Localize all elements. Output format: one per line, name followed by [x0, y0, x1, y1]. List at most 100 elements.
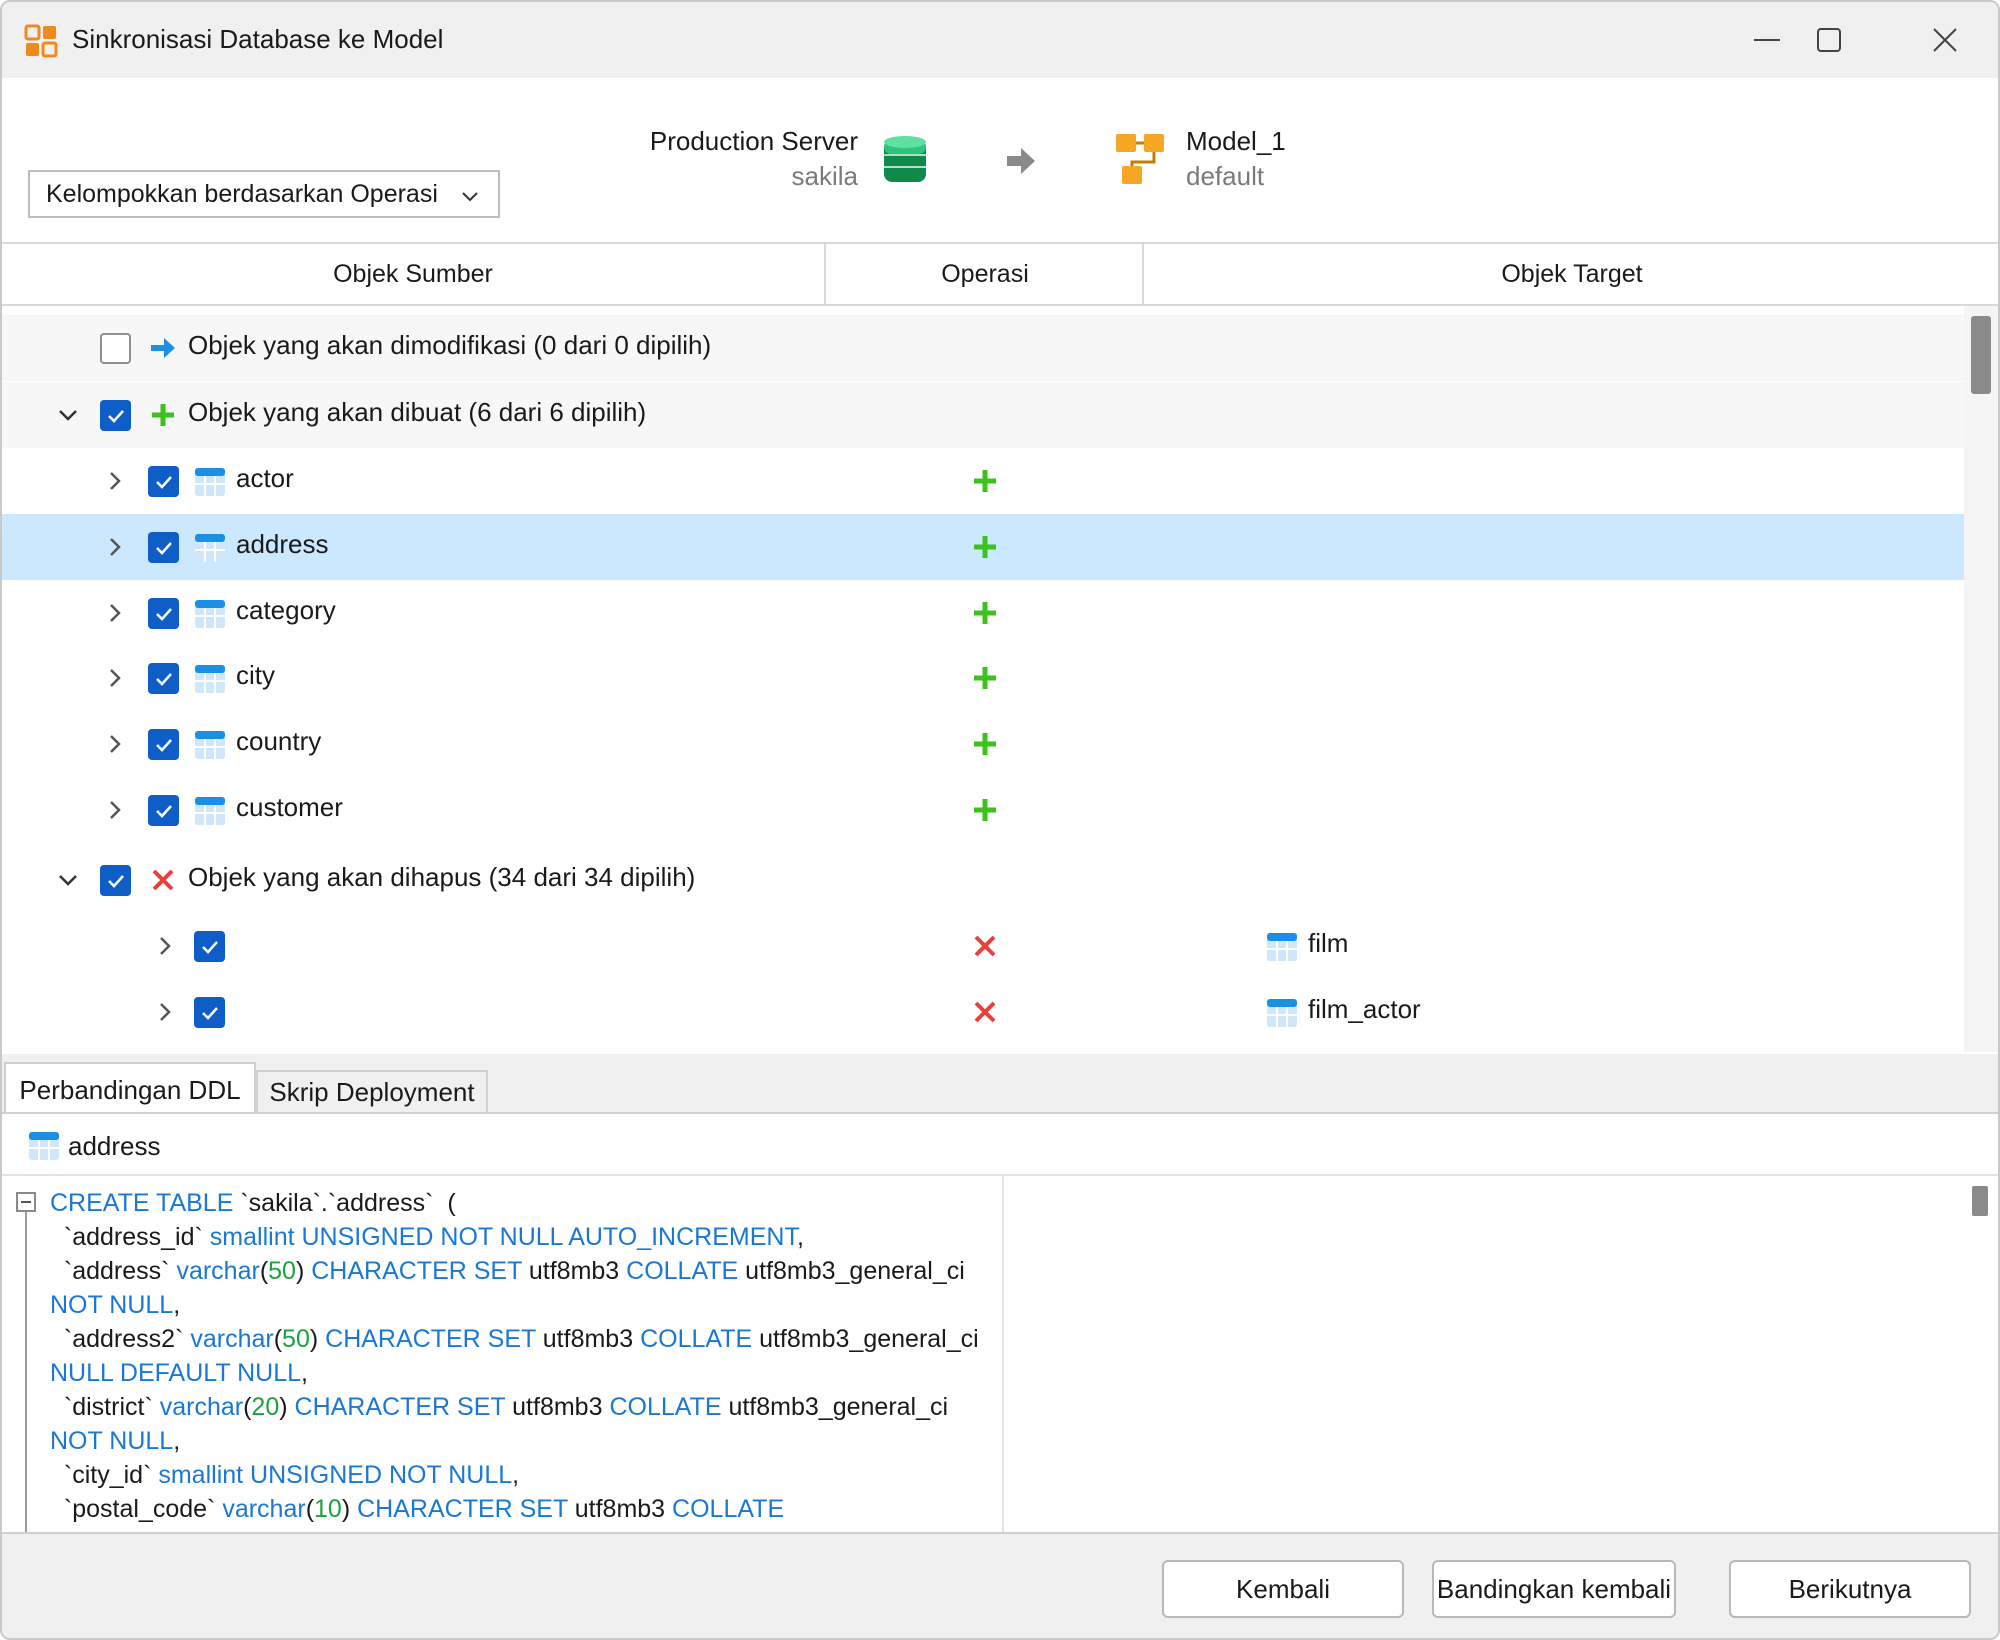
tab-ddl-comparison[interactable]: Perbandingan DDL — [4, 1062, 256, 1116]
dialog-footer: Kembali Bandingkan kembali Berikutnya — [2, 1532, 1998, 1638]
checkbox-icon[interactable] — [148, 532, 179, 563]
close-icon — [1933, 28, 1957, 52]
tree-row-city[interactable]: city — [2, 645, 1964, 711]
group-row-create[interactable]: Objek yang akan dibuat (6 dari 6 dipilih… — [2, 382, 1964, 448]
column-header: Objek Sumber Operasi Objek Target — [2, 242, 1998, 306]
target-object-name: film — [1308, 928, 1349, 958]
source-object-name: customer — [236, 792, 343, 822]
group-row-delete[interactable]: Objek yang akan dihapus (34 dari 34 dipi… — [2, 847, 1964, 913]
table-icon — [195, 797, 225, 825]
tree-row-country[interactable]: country — [2, 711, 1964, 777]
tree-scroll-thumb[interactable] — [1971, 316, 1991, 394]
back-button[interactable]: Kembali — [1162, 1560, 1404, 1618]
x-icon — [974, 935, 996, 957]
compare-again-button[interactable]: Bandingkan kembali — [1432, 1560, 1676, 1618]
arrow-right-icon — [1007, 148, 1035, 174]
sync-tree: Objek yang akan dimodifikasi (0 dari 0 d… — [2, 306, 1964, 1052]
model-icon — [1116, 134, 1164, 184]
checkbox-icon[interactable] — [100, 400, 131, 431]
source-object-name: country — [236, 726, 322, 756]
tree-row-address[interactable]: address — [2, 514, 1964, 580]
table-icon — [195, 600, 225, 628]
group-by-value: Kelompokkan berdasarkan Operasi — [46, 179, 438, 208]
tree-row-category[interactable]: category — [2, 580, 1964, 646]
plus-icon — [974, 536, 996, 558]
checkbox-icon[interactable] — [148, 598, 179, 629]
ddl-code: CREATE TABLE `sakila`.`address` ( `addre… — [50, 1189, 979, 1523]
collapse-icon[interactable] — [16, 1192, 36, 1212]
table-icon — [195, 534, 225, 562]
table-icon — [1267, 999, 1297, 1027]
column-source-header[interactable]: Objek Sumber — [2, 244, 826, 304]
app-logo-icon — [24, 24, 58, 58]
checkbox-icon[interactable] — [148, 795, 179, 826]
chevron-right-icon[interactable] — [100, 795, 130, 825]
plus-icon — [974, 667, 996, 689]
plus-icon — [974, 799, 996, 821]
fold-guide — [25, 1212, 27, 1532]
group-label: Objek yang akan dibuat (6 dari 6 dipilih… — [188, 397, 647, 427]
group-by-dropdown[interactable]: Kelompokkan berdasarkan Operasi — [28, 170, 500, 218]
x-icon — [152, 869, 174, 891]
tree-scrollbar[interactable] — [1964, 306, 1998, 1052]
chevron-right-icon[interactable] — [150, 931, 180, 961]
checkbox-icon[interactable] — [148, 729, 179, 760]
target-schema-name: default — [1186, 161, 1265, 191]
minimize-icon — [1754, 39, 1780, 41]
checkbox-icon[interactable] — [148, 466, 179, 497]
table-icon — [29, 1132, 59, 1160]
plus-icon — [974, 602, 996, 624]
selected-object-bar: address — [2, 1112, 1998, 1176]
group-label: Objek yang akan dihapus (34 dari 34 dipi… — [188, 862, 696, 892]
chevron-right-icon[interactable] — [100, 598, 130, 628]
source-object-name: actor — [236, 463, 294, 493]
detail-tabs: Perbandingan DDL Skrip Deployment — [2, 1054, 1998, 1116]
chevron-down-icon[interactable] — [53, 400, 83, 430]
plus-icon — [974, 733, 996, 755]
checkbox-icon[interactable] — [194, 997, 225, 1028]
ddl-target-pane[interactable] — [1004, 1176, 1998, 1532]
chevron-down-icon — [462, 192, 478, 202]
selected-object-name: address — [68, 1131, 161, 1161]
source-object-name: category — [236, 595, 336, 625]
tree-row-actor[interactable]: actor — [2, 448, 1964, 514]
database-icon — [884, 136, 926, 182]
maximize-icon — [1817, 28, 1841, 52]
source-database-name: sakila — [791, 161, 858, 191]
chevron-down-icon[interactable] — [53, 865, 83, 895]
ddl-source-pane[interactable]: CREATE TABLE `sakila`.`address` ( `addre… — [2, 1176, 1004, 1532]
table-icon — [1267, 933, 1297, 961]
sync-dialog: Sinkronisasi Database ke Model Kelompokk… — [0, 0, 2000, 1640]
source-object-name: address — [236, 529, 329, 559]
column-target-header[interactable]: Objek Target — [1146, 244, 1998, 304]
maximize-button[interactable] — [1784, 12, 1874, 68]
table-icon — [195, 468, 225, 496]
table-icon — [195, 731, 225, 759]
chevron-right-icon[interactable] — [100, 663, 130, 693]
chevron-right-icon[interactable] — [150, 997, 180, 1027]
plus-icon — [152, 404, 174, 426]
title-bar: Sinkronisasi Database ke Model — [2, 2, 1998, 78]
close-button[interactable] — [1900, 12, 1990, 68]
chevron-right-icon[interactable] — [100, 729, 130, 759]
group-row-modify[interactable]: Objek yang akan dimodifikasi (0 dari 0 d… — [2, 315, 1964, 381]
source-object-name: city — [236, 660, 275, 690]
tree-row-customer[interactable]: customer — [2, 777, 1964, 843]
next-button[interactable]: Berikutnya — [1729, 1560, 1971, 1618]
chevron-right-icon[interactable] — [100, 466, 130, 496]
chevron-right-icon[interactable] — [100, 532, 130, 562]
tree-row-film-actor[interactable]: film_actor — [2, 979, 1964, 1045]
checkbox-icon[interactable] — [194, 931, 225, 962]
column-operation-header[interactable]: Operasi — [828, 244, 1144, 304]
checkbox-icon[interactable] — [100, 333, 131, 364]
code-scroll-thumb[interactable] — [1972, 1186, 1988, 1216]
checkbox-icon[interactable] — [148, 663, 179, 694]
target-model-name: Model_1 — [1186, 126, 1286, 156]
tab-deployment-script[interactable]: Skrip Deployment — [256, 1070, 488, 1114]
window-title: Sinkronisasi Database ke Model — [72, 24, 444, 54]
group-label: Objek yang akan dimodifikasi (0 dari 0 d… — [188, 330, 712, 360]
tree-row-film[interactable]: film — [2, 913, 1964, 979]
table-icon — [195, 665, 225, 693]
checkbox-icon[interactable] — [100, 865, 131, 896]
source-connection-name: Production Server — [649, 126, 858, 156]
